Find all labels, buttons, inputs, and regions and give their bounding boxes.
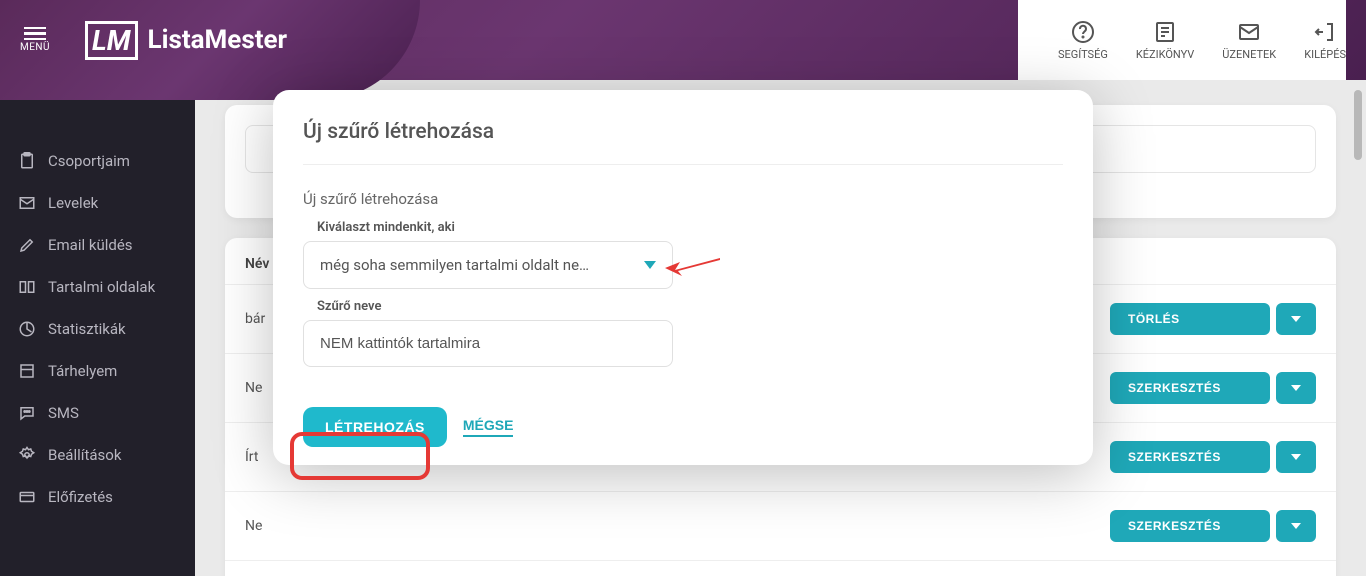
modal-subtitle: Új szűrő létrehozása (303, 190, 1063, 208)
select-label: Kiválaszt mindenkit, aki (317, 220, 1063, 235)
modal-title: Új szűrő létrehozása (303, 120, 1063, 165)
modal-overlay: Új szűrő létrehozása Új szűrő létrehozás… (0, 0, 1366, 576)
filter-type-select[interactable]: még soha semmilyen tartalmi oldalt ne… (303, 241, 673, 289)
chevron-down-icon (644, 261, 656, 269)
cancel-button[interactable]: MÉGSE (463, 417, 514, 437)
name-label: Szűrő neve (317, 299, 1063, 314)
create-filter-modal: Új szűrő létrehozása Új szűrő létrehozás… (273, 90, 1093, 465)
filter-name-input[interactable] (303, 320, 673, 367)
create-button[interactable]: LÉTREHOZÁS (303, 407, 447, 447)
